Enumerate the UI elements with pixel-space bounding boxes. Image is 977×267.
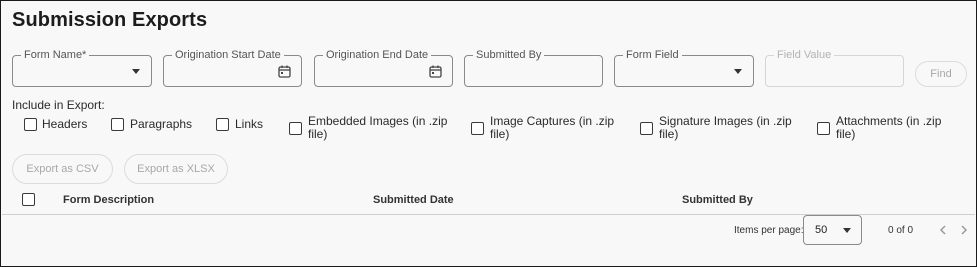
- signature-images-label: Signature Images (in .zip file): [659, 115, 792, 141]
- column-header-submitted-date[interactable]: Submitted Date: [373, 194, 454, 206]
- attachments-label: Attachments (in .zip file): [836, 115, 941, 141]
- previous-page-icon[interactable]: [937, 223, 949, 237]
- origination-start-date-field[interactable]: Origination Start Date: [163, 48, 302, 87]
- chevron-down-icon: [843, 228, 851, 233]
- headers-label: Headers: [42, 117, 88, 131]
- signature-images-label-line2: file): [659, 127, 679, 141]
- items-per-page-label: Items per page:: [734, 225, 804, 236]
- form-name-select[interactable]: Form Name*: [12, 48, 152, 87]
- include-in-export-label: Include in Export:: [12, 98, 105, 112]
- signature-images-label-line1: Signature Images (in .zip: [659, 114, 792, 128]
- column-header-form-description[interactable]: Form Description: [63, 194, 154, 206]
- field-value-input[interactable]: Field Value: [765, 48, 904, 87]
- image-captures-label-line2: file): [490, 127, 510, 141]
- calendar-icon[interactable]: [429, 65, 442, 78]
- headers-checkbox[interactable]: [24, 118, 37, 131]
- submitted-by-field[interactable]: Submitted By: [464, 48, 603, 87]
- calendar-icon[interactable]: [278, 65, 291, 78]
- paragraphs-label: Paragraphs: [130, 117, 193, 131]
- page-title: Submission Exports: [12, 9, 208, 31]
- select-all-checkbox[interactable]: [22, 193, 35, 206]
- export-xlsx-button[interactable]: Export as XLSX: [124, 154, 228, 184]
- paragraphs-checkbox[interactable]: [111, 118, 124, 131]
- chevron-down-icon: [734, 69, 742, 74]
- origination-end-date-field[interactable]: Origination End Date: [314, 48, 453, 87]
- links-label: Links: [235, 117, 264, 131]
- next-page-icon[interactable]: [958, 223, 970, 237]
- export-csv-button[interactable]: Export as CSV: [12, 154, 113, 184]
- form-field-select[interactable]: Form Field: [614, 48, 754, 87]
- pagination-range: 0 of 0: [888, 225, 914, 236]
- image-captures-checkbox[interactable]: [471, 122, 484, 135]
- signature-images-checkbox[interactable]: [640, 122, 653, 135]
- find-button[interactable]: Find: [915, 61, 967, 87]
- chevron-down-icon: [132, 69, 140, 74]
- image-captures-label-line1: Image Captures (in .zip: [490, 114, 615, 128]
- field-value-label: Field Value: [774, 48, 835, 62]
- embedded-images-label-line2: file): [308, 127, 328, 141]
- form-name-label: Form Name*: [21, 48, 90, 62]
- links-checkbox[interactable]: [216, 118, 229, 131]
- column-header-submitted-by[interactable]: Submitted By: [682, 194, 753, 206]
- attachments-label-line2: file): [836, 127, 856, 141]
- embedded-images-checkbox[interactable]: [289, 122, 302, 135]
- attachments-checkbox[interactable]: [817, 122, 830, 135]
- items-per-page-value: 50: [815, 224, 828, 236]
- origination-start-date-label: Origination Start Date: [172, 48, 284, 62]
- submission-exports-panel: Submission Exports Form Name* Originatio…: [0, 0, 977, 267]
- attachments-label-line1: Attachments (in .zip: [836, 114, 942, 128]
- items-per-page-select[interactable]: 50: [803, 215, 862, 245]
- embedded-images-label: Embedded Images (in .zip file): [308, 115, 447, 141]
- image-captures-label: Image Captures (in .zip file): [490, 115, 614, 141]
- form-field-label: Form Field: [623, 48, 682, 62]
- origination-end-date-label: Origination End Date: [323, 48, 432, 62]
- embedded-images-label-line1: Embedded Images (in .zip: [308, 114, 448, 128]
- submitted-by-label: Submitted By: [473, 48, 545, 62]
